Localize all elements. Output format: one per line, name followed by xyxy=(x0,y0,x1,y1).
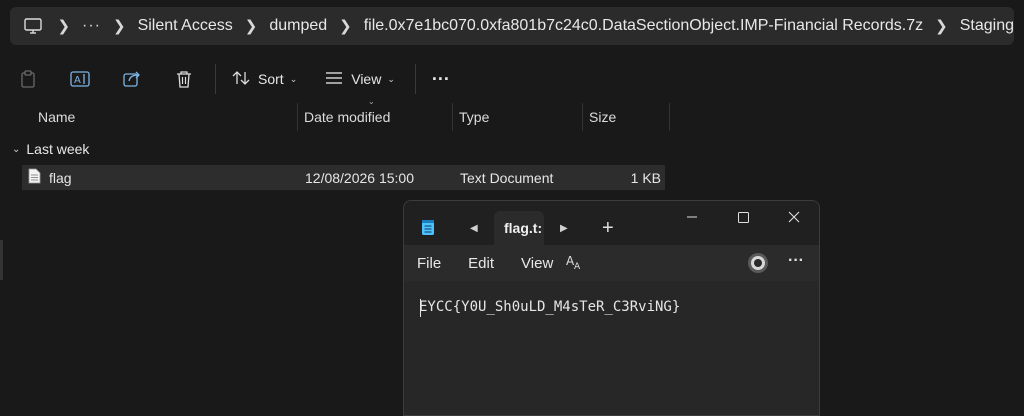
delete-icon[interactable] xyxy=(165,62,203,96)
file-type: Text Document xyxy=(460,169,554,186)
notepad-content: EYCC{Y0U_Sh0uLD_M4sTeR_C3RviNG} xyxy=(419,299,681,315)
chevron-right-icon[interactable]: ❯ xyxy=(113,17,126,35)
address-bar[interactable]: ❯ ··· ❯ Silent Access ❯ dumped ❯ file.0x… xyxy=(10,7,1014,45)
chevron-down-icon: ⌄ xyxy=(289,73,298,84)
file-size: 1 KB xyxy=(630,169,661,186)
column-header-date-label: Date modified xyxy=(304,109,391,125)
menu-edit[interactable]: Edit xyxy=(468,255,494,272)
see-more-button[interactable]: ··· xyxy=(426,62,456,96)
tab-flag[interactable]: flag.t: xyxy=(494,211,544,245)
command-bar: A Sort ⌄ View ⌄ ··· xyxy=(0,52,1024,106)
chevron-down-icon: ⌄ xyxy=(387,73,395,84)
sort-button[interactable]: Sort ⌄ xyxy=(226,62,303,96)
share-icon[interactable] xyxy=(113,62,151,96)
toolbar-divider xyxy=(414,64,416,94)
column-header-name[interactable]: Name xyxy=(0,103,298,131)
maximize-icon[interactable] xyxy=(731,207,755,227)
column-header-type[interactable]: Type xyxy=(453,103,583,131)
computer-icon[interactable] xyxy=(20,11,45,41)
chevron-down-icon: ⌄ xyxy=(12,143,21,155)
column-header-size[interactable]: Size xyxy=(583,103,670,131)
new-tab-plus-icon[interactable]: + xyxy=(602,217,614,240)
text-caret xyxy=(420,299,421,317)
view-icon xyxy=(325,71,343,88)
menu-view[interactable]: View xyxy=(521,255,553,272)
breadcrumb-dumped[interactable]: dumped xyxy=(269,17,327,35)
sort-icon xyxy=(232,70,250,89)
chevron-right-icon[interactable]: ❯ xyxy=(245,17,258,35)
sort-label: Sort xyxy=(258,71,284,87)
column-header-row: Name ⌄ Date modified Type Size xyxy=(0,97,670,131)
tab-scroll-right-icon[interactable]: ▶ xyxy=(560,223,568,234)
toolbar-divider xyxy=(215,64,216,94)
close-icon[interactable] xyxy=(782,207,806,227)
rename-icon[interactable]: A xyxy=(61,62,99,96)
account-avatar-icon[interactable] xyxy=(746,251,770,278)
minimize-icon[interactable] xyxy=(680,207,704,227)
font-settings-icon[interactable]: AA xyxy=(565,253,585,274)
more-options-icon[interactable]: ··· xyxy=(788,252,804,270)
chevron-right-icon[interactable]: ❯ xyxy=(57,17,70,35)
view-label: View xyxy=(351,71,382,87)
svg-text:A: A xyxy=(574,262,581,271)
paste-icon[interactable] xyxy=(9,62,47,96)
breadcrumb-archive[interactable]: file.0x7e1bc070.0xfa801b7c24c0.DataSecti… xyxy=(364,17,923,35)
file-row-flag[interactable]: flag 12/08/2026 15:00 Text Document 1 KB xyxy=(22,165,665,190)
breadcrumb-staging[interactable]: Staging xyxy=(960,17,1014,35)
chevron-right-icon[interactable]: ❯ xyxy=(935,17,948,35)
breadcrumb-overflow-button[interactable]: ··· xyxy=(82,17,101,35)
chevron-right-icon[interactable]: ❯ xyxy=(339,17,352,35)
menu-file[interactable]: File xyxy=(417,255,441,272)
view-button[interactable]: View ⌄ xyxy=(319,62,401,96)
column-header-date-modified[interactable]: ⌄ Date modified xyxy=(298,97,453,131)
notepad-app-icon xyxy=(421,218,435,239)
breadcrumb-silent-access[interactable]: Silent Access xyxy=(138,17,233,35)
group-label: Last week xyxy=(26,141,90,157)
notepad-text-area[interactable]: EYCC{Y0U_Sh0uLD_M4sTeR_C3RviNG} xyxy=(404,281,819,415)
tab-scroll-left-icon[interactable]: ◀ xyxy=(470,223,478,234)
svg-text:A: A xyxy=(74,75,81,86)
notepad-titlebar[interactable]: ◀ flag.t: ▶ + xyxy=(404,201,819,245)
sort-indicator-icon: ⌄ xyxy=(368,97,375,106)
group-header-last-week[interactable]: ⌄ Last week xyxy=(12,141,89,157)
notepad-window: ◀ flag.t: ▶ + File Edit View AA ··· EYCC… xyxy=(403,200,820,416)
file-date-modified: 12/08/2026 15:00 xyxy=(305,169,414,186)
text-document-icon xyxy=(28,168,41,187)
notepad-menubar: File Edit View AA ··· xyxy=(404,245,819,281)
scrollbar[interactable] xyxy=(0,240,3,280)
file-name: flag xyxy=(49,169,72,186)
